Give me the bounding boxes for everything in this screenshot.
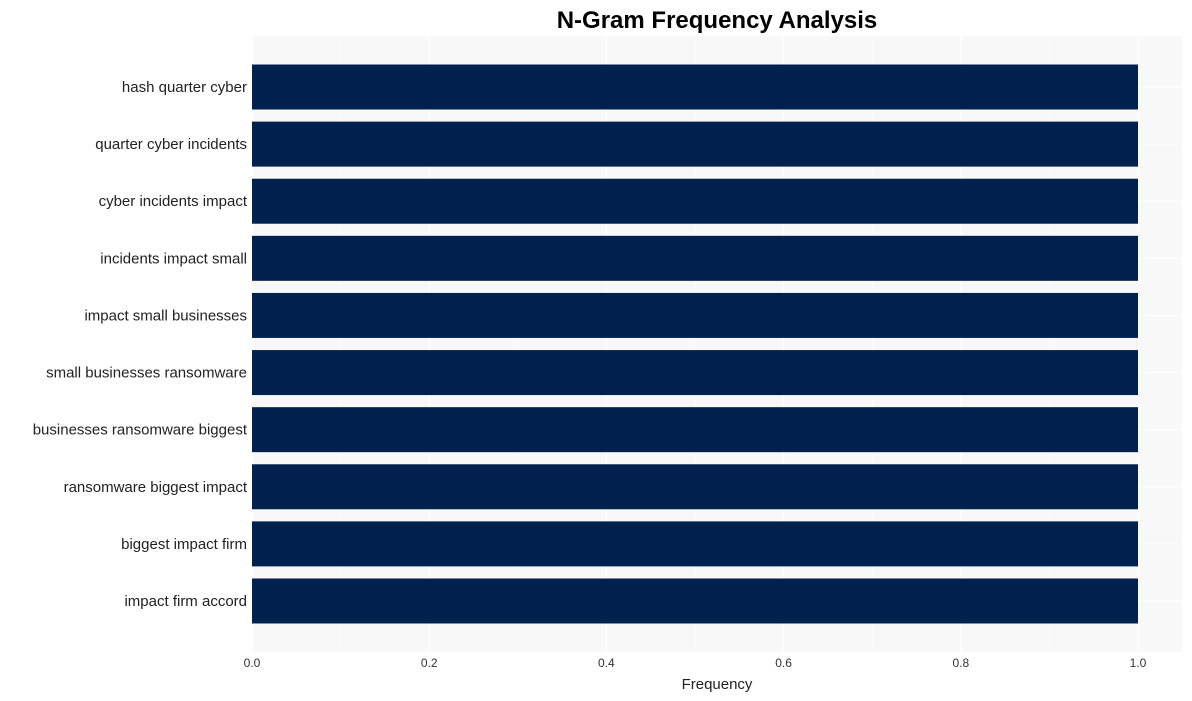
ngram-bar-chart: N-Gram Frequency Analysis hash quarter c… xyxy=(33,7,1182,693)
y-tick-label: businesses ransomware biggest xyxy=(33,422,248,439)
y-tick-label: small businesses ransomware xyxy=(46,365,247,382)
x-tick-label: 0.6 xyxy=(775,656,792,670)
x-tick-label: 0.4 xyxy=(598,656,615,670)
bar xyxy=(252,292,1138,338)
y-tick-label: quarter cyber incidents xyxy=(95,136,247,153)
bar xyxy=(252,578,1138,624)
bar xyxy=(252,235,1138,281)
x-tick-label: 1.0 xyxy=(1130,656,1147,670)
bar xyxy=(252,521,1138,567)
x-tick-label: 0.0 xyxy=(244,656,261,670)
y-tick-label: ransomware biggest impact xyxy=(64,479,248,496)
x-axis-ticks: 0.0 0.2 0.4 0.6 0.8 1.0 xyxy=(244,656,1147,670)
bar xyxy=(252,178,1138,224)
y-tick-label: incidents impact small xyxy=(100,250,247,267)
bar xyxy=(252,464,1138,510)
x-tick-label: 0.2 xyxy=(421,656,438,670)
y-tick-label: biggest impact firm xyxy=(121,536,247,553)
y-tick-label: cyber incidents impact xyxy=(99,193,248,210)
x-axis-label: Frequency xyxy=(682,676,753,693)
bar xyxy=(252,350,1138,396)
y-tick-label: hash quarter cyber xyxy=(122,79,247,96)
x-tick-label: 0.8 xyxy=(952,656,969,670)
bar xyxy=(252,407,1138,453)
y-axis-labels: hash quarter cyber quarter cyber incident… xyxy=(33,79,248,610)
y-tick-label: impact small businesses xyxy=(84,307,247,324)
bar xyxy=(252,64,1138,110)
bar xyxy=(252,121,1138,167)
chart-title: N-Gram Frequency Analysis xyxy=(557,7,878,34)
y-tick-label: impact firm accord xyxy=(124,593,247,610)
